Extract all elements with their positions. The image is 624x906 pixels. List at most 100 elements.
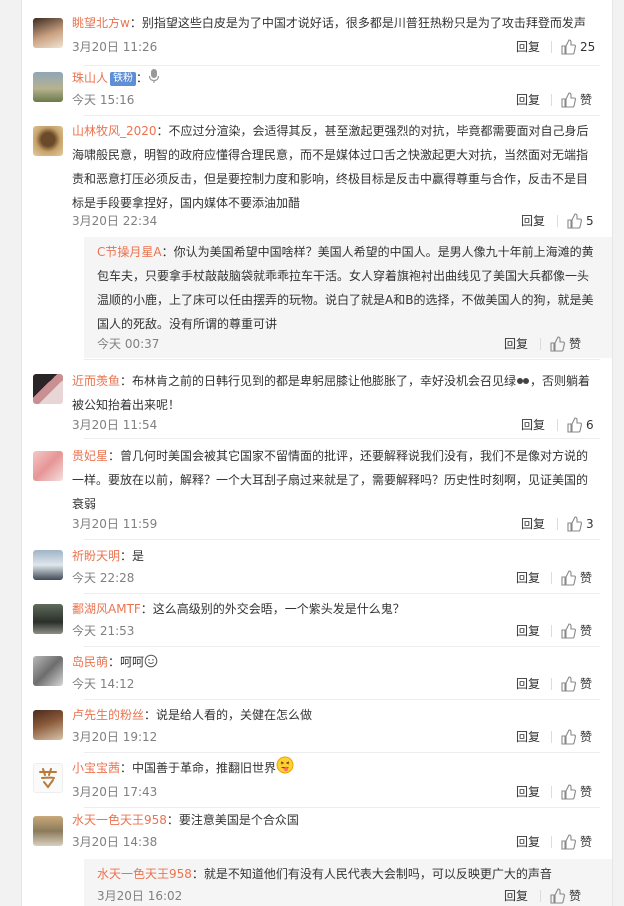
commenter-name[interactable]: 小宝宝茜 xyxy=(72,761,120,775)
action-divider xyxy=(551,94,552,106)
comment-text: ：呵呵 xyxy=(108,655,145,669)
comment-time: 3月20日 11:59 xyxy=(72,517,158,531)
fan-badge: 铁粉 xyxy=(110,72,137,86)
like-count: 5 xyxy=(586,214,594,228)
like-count: 赞 xyxy=(580,624,593,638)
action-divider xyxy=(557,518,558,530)
action-divider xyxy=(551,41,552,53)
action-divider xyxy=(540,890,541,902)
thumbs-up-icon xyxy=(561,729,576,745)
action-divider xyxy=(551,786,552,798)
thumbs-up-icon xyxy=(561,92,576,108)
comment-text: ：要注意美国是个合众国 xyxy=(166,813,299,827)
comment-text: ：是 xyxy=(120,549,145,563)
thumbs-up-icon xyxy=(561,784,576,800)
reply-button[interactable]: 回复 xyxy=(516,39,540,55)
commenter-name[interactable]: 眺望北方w xyxy=(72,16,130,30)
thumbs-up-icon xyxy=(561,39,576,55)
comment-time: 今天 14:12 xyxy=(72,677,135,691)
comment-text: ：布林肯之前的日韩行见到的都是卑躬屈膝让他膨胀了，幸好没机会召见绿 xyxy=(120,374,517,388)
avatar[interactable] xyxy=(33,550,63,580)
thumbs-up-icon xyxy=(561,834,576,850)
action-divider xyxy=(551,572,552,584)
action-divider xyxy=(551,836,552,848)
commenter-name[interactable]: 近而羡鱼 xyxy=(72,374,120,388)
action-divider xyxy=(551,678,552,690)
smile-emoji-icon xyxy=(144,654,158,668)
action-divider xyxy=(540,338,541,350)
comment-text: ：说是给人看的，关健在怎么做 xyxy=(144,708,313,722)
comment-time: 3月20日 16:02 xyxy=(97,889,183,903)
comment-time: 3月20日 22:34 xyxy=(72,214,158,228)
thumbs-up-icon xyxy=(550,336,565,352)
like-count: 赞 xyxy=(580,571,593,585)
comment-item: 祈盼天明：是 今天 22:28 回复 赞 xyxy=(22,540,612,593)
comment-text: ：这么高级别的外交会晤，一个紫头发是什么鬼？ xyxy=(140,602,405,616)
commenter-name[interactable]: 岛民萌 xyxy=(72,655,108,669)
commenter-name[interactable]: C节操月星A xyxy=(97,245,162,259)
commenter-name[interactable]: 珠山人 xyxy=(72,71,108,85)
comment-time: 3月20日 17:43 xyxy=(72,785,158,799)
commenter-name[interactable]: 鄱湖风AMTF xyxy=(72,602,141,616)
comment-time: 今天 00:37 xyxy=(97,337,160,351)
comment-time: 3月20日 14:38 xyxy=(72,835,158,849)
commenter-name[interactable]: 山林牧风_2020 xyxy=(72,124,157,138)
avatar[interactable] xyxy=(33,604,63,634)
like-count: 赞 xyxy=(580,835,593,849)
avatar[interactable] xyxy=(33,656,63,686)
action-divider xyxy=(551,625,552,637)
reply-button[interactable]: 回复 xyxy=(516,834,540,850)
thumbs-up-icon xyxy=(561,676,576,692)
avatar[interactable] xyxy=(33,710,63,740)
thumbs-up-icon xyxy=(550,888,565,904)
reply-button[interactable]: 回复 xyxy=(521,213,545,229)
avatar[interactable] xyxy=(33,763,63,793)
avatar[interactable] xyxy=(33,126,63,156)
comment-item: 水天一色天王958：要注意美国是个合众国 3月20日 14:38 回复 赞 xyxy=(22,808,612,858)
commenter-name[interactable]: 卢先生的粉丝 xyxy=(72,708,144,722)
like-count: 赞 xyxy=(580,677,593,691)
reply-button[interactable]: 回复 xyxy=(504,888,528,904)
reply-button[interactable]: 回复 xyxy=(521,417,545,433)
comment-item: 小宝宝茜：中国善于革命，推翻旧世界 3月20日 17:43 回复 赞 xyxy=(22,753,612,808)
reply-button[interactable]: 回复 xyxy=(516,623,540,639)
reply-button[interactable]: 回复 xyxy=(516,570,540,586)
commenter-name[interactable]: 祈盼天明 xyxy=(72,549,120,563)
reply-box: 水天一色天王958：就是不知道他们有没有人民代表大会制吗，可以反映更广大的声音 … xyxy=(84,859,612,906)
avatar[interactable] xyxy=(33,816,63,846)
microphone-icon xyxy=(148,69,160,83)
like-count: 赞 xyxy=(580,93,593,107)
commenter-name[interactable]: 水天一色天王958 xyxy=(97,867,192,881)
action-divider xyxy=(557,419,558,431)
avatar[interactable] xyxy=(33,451,63,481)
thumbs-up-icon xyxy=(561,570,576,586)
action-divider xyxy=(551,731,552,743)
reply-button[interactable]: 回复 xyxy=(516,676,540,692)
reply-button[interactable]: 回复 xyxy=(516,784,540,800)
reply-button[interactable]: 回复 xyxy=(504,336,528,352)
comment-time: 3月20日 19:12 xyxy=(72,730,158,744)
reply-button[interactable]: 回复 xyxy=(516,92,540,108)
comment-text: ：你认为美国希望中国啥样？美国人希望的中国人。是男人像九十年前上海滩的黄包车夫，… xyxy=(97,245,594,331)
comment-text: ：中国善于革命，推翻旧世界 xyxy=(120,761,277,775)
thumbs-up-icon xyxy=(567,213,582,229)
avatar[interactable] xyxy=(33,72,63,102)
commenter-name[interactable]: 水天一色天王958 xyxy=(72,813,167,827)
tongue-emoji-icon xyxy=(276,756,294,774)
like-count: 赞 xyxy=(580,785,593,799)
like-count: 赞 xyxy=(569,337,582,351)
comment-list: 眺望北方w：别指望这些白皮是为了中国才说好话，很多都是川普狂热粉只是为了攻击拜登… xyxy=(21,0,613,906)
like-count: 赞 xyxy=(569,889,582,903)
avatar[interactable] xyxy=(33,374,63,404)
reply-box: C节操月星A：你认为美国希望中国啥样？美国人希望的中国人。是男人像九十年前上海滩… xyxy=(84,237,612,358)
reply-button[interactable]: 回复 xyxy=(521,516,545,532)
comment-time: 今天 21:53 xyxy=(72,624,135,638)
comment-item: 岛民萌：呵呵 今天 14:12 回复 赞 xyxy=(22,647,612,700)
avatar[interactable] xyxy=(33,18,63,48)
calligraphy-avatar-icon xyxy=(39,768,57,789)
comment-text: ：就是不知道他们有没有人民代表大会制吗，可以反映更广大的声音 xyxy=(191,867,552,881)
commenter-name[interactable]: 贵妃星 xyxy=(72,449,108,463)
comment-time: 今天 15:16 xyxy=(72,93,135,107)
comment-item: 近而羡鱼：布林肯之前的日韩行见到的都是卑躬屈膝让他膨胀了，幸好没机会召见绿 ，否则… xyxy=(22,360,612,438)
reply-button[interactable]: 回复 xyxy=(516,729,540,745)
